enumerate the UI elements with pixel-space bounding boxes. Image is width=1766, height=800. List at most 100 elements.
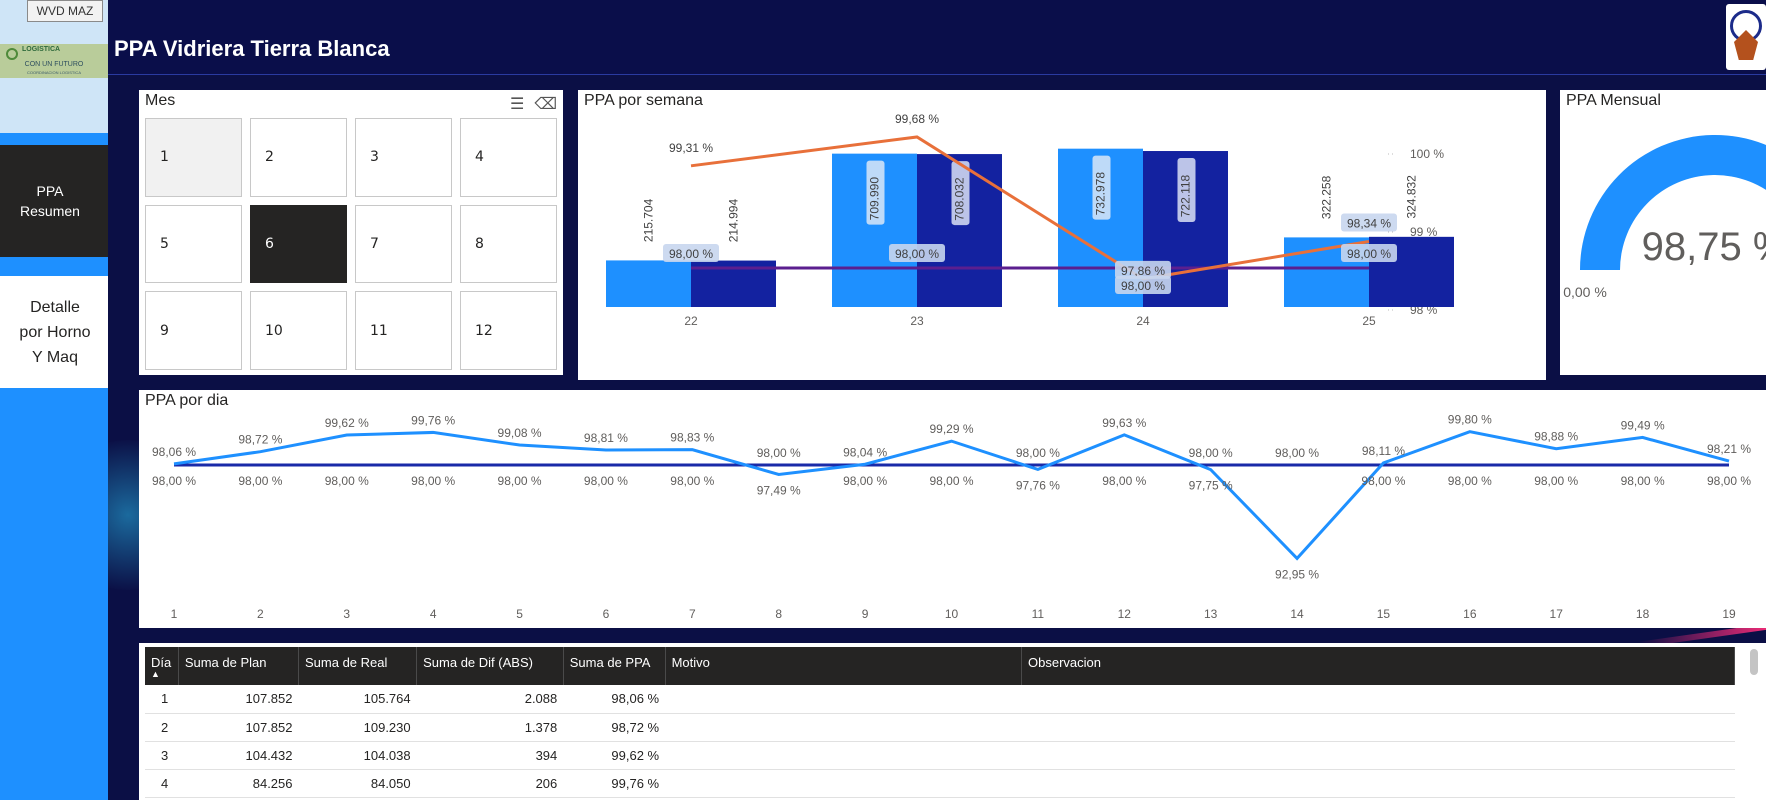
- bar-plan-label: 732.978: [1094, 172, 1108, 216]
- column-header-label: Suma de Dif (ABS): [423, 655, 533, 670]
- filter-icon[interactable]: ☰: [510, 94, 524, 113]
- daily-target-label: 98,00 %: [843, 474, 887, 488]
- column-header[interactable]: Suma de Plan: [178, 647, 300, 685]
- table-cell: 105.764: [298, 685, 417, 714]
- table-cell: 107.852: [178, 713, 299, 742]
- gauge-value: 98,75 %: [1642, 225, 1766, 269]
- column-header[interactable]: Suma de Real: [298, 647, 418, 685]
- x-tick-label: 13: [1204, 607, 1218, 621]
- daily-ppa-label: 99,29 %: [929, 422, 973, 436]
- column-header-label: Suma de PPA: [569, 655, 651, 670]
- table-body: 1 107.852 105.764 2.088 98,06 % 2 107.852 109.2…: [145, 685, 1735, 798]
- nav-detalle-label-2: por Horno: [19, 323, 91, 341]
- gauge-title: PPA Mensual: [1566, 92, 1661, 109]
- daily-target-label: 98,00 %: [584, 474, 628, 488]
- table-cell: [1021, 741, 1735, 770]
- table-row[interactable]: 1 107.852 105.764 2.088 98,06 %: [145, 685, 1735, 714]
- table-cell: 109.230: [298, 713, 417, 742]
- table-cell: 3: [145, 741, 179, 770]
- report-header: PPA Vidriera Tierra Blanca: [108, 0, 1766, 75]
- daily-ppa-label: 99,76 %: [411, 413, 455, 427]
- daily-ppa-label: 97,76 %: [1016, 478, 1060, 492]
- daily-chart-svg: 198,06 %98,00 %298,72 %98,00 %399,62 %98…: [152, 413, 1751, 621]
- bar-real-label: 214.994: [727, 199, 741, 243]
- daily-target-label: 98,00 %: [238, 474, 282, 488]
- bar-plan-22: [606, 260, 691, 307]
- x-tick-label: 23: [910, 314, 924, 328]
- daily-ppa-line: [173, 430, 1730, 561]
- table-cell: 104.038: [298, 741, 417, 770]
- daily-ppa-label: 98,83 %: [670, 431, 714, 445]
- slicer-title: Mes: [145, 92, 176, 109]
- slicer-toolbar: ☰ ⌫: [500, 94, 557, 113]
- column-header-label: Suma de Real: [305, 655, 388, 670]
- column-header[interactable]: Día ▲: [145, 647, 179, 685]
- table-cell: 99,62 %: [563, 741, 666, 770]
- month-tile-11[interactable]: 11: [355, 291, 452, 370]
- x-tick-label: 3: [343, 607, 350, 621]
- daily-ppa-label: 98,04 %: [843, 445, 887, 459]
- x-tick-label: 17: [1550, 607, 1564, 621]
- month-tile-6[interactable]: 6: [250, 204, 347, 284]
- column-header[interactable]: Motivo: [665, 647, 1023, 685]
- daily-target-label: 98,00 %: [1016, 446, 1060, 460]
- table-row[interactable]: 3 104.432 104.038 394 99,62 %: [145, 741, 1735, 770]
- x-tick-label: 14: [1290, 607, 1304, 621]
- daily-ppa-label: 98,81 %: [584, 431, 628, 445]
- logo-text-bottom: CON UN FUTURO: [24, 61, 84, 68]
- month-tile-10[interactable]: 10: [250, 291, 347, 370]
- gauge-min-label: 0,00 %: [1563, 284, 1607, 300]
- daily-ppa-label: 99,08 %: [498, 426, 542, 440]
- nav-detalle-label-3: Y Maq: [32, 348, 78, 366]
- daily-ppa-label: 99,49 %: [1621, 418, 1665, 432]
- month-tile-1[interactable]: 1: [145, 118, 242, 197]
- target-label: 98,00 %: [1121, 279, 1165, 293]
- table-row[interactable]: 2 107.852 109.230 1.378 98,72 %: [145, 713, 1735, 742]
- daily-chart-title: PPA por dia: [145, 392, 229, 409]
- ppa-label: 98,34 %: [1347, 216, 1391, 230]
- month-tile-5[interactable]: 5: [145, 204, 242, 284]
- table-cell: [665, 769, 1022, 798]
- ppa-weekly-chart: PPA por semana 100 % 99 % 98 % 22 215.704 214…: [578, 90, 1546, 380]
- table-cell: [1021, 713, 1735, 742]
- table-cell: 1.378: [416, 713, 564, 742]
- crest-logo: [1726, 4, 1766, 70]
- month-tile-4[interactable]: 4: [460, 118, 557, 197]
- month-tile-12[interactable]: 12: [460, 291, 557, 370]
- eraser-icon[interactable]: ⌫: [534, 94, 557, 113]
- logistica-logo: LOGISTICA CON UN FUTURO COORDINACION LOG…: [0, 44, 108, 78]
- month-slicer: Mes ☰ ⌫ 1 2 3 4 5 6 7 8 9 10 11 12: [139, 90, 563, 375]
- page-title: PPA Vidriera Tierra Blanca: [114, 36, 390, 61]
- daily-target-label: 98,00 %: [325, 474, 369, 488]
- month-tile-2[interactable]: 2: [250, 118, 347, 197]
- target-label: 98,00 %: [669, 247, 713, 261]
- x-tick-label: 2: [257, 607, 264, 621]
- month-tile-9[interactable]: 9: [145, 291, 242, 370]
- month-tile-8[interactable]: 8: [460, 204, 557, 284]
- column-header[interactable]: Suma de PPA: [563, 647, 666, 685]
- x-tick-label: 22: [684, 314, 698, 328]
- daily-target-label: 98,00 %: [1275, 446, 1319, 460]
- table-cell: 394: [416, 741, 564, 770]
- table-cell: 98,06 %: [563, 685, 666, 714]
- table-cell: 104.432: [178, 741, 299, 770]
- target-label: 98,00 %: [1347, 247, 1391, 261]
- bar-plan-label: 709.990: [868, 177, 882, 221]
- table-cell: 1: [145, 685, 179, 714]
- table-scrollbar[interactable]: [1750, 649, 1758, 675]
- month-tile-3[interactable]: 3: [355, 118, 452, 197]
- x-tick-label: 11: [1032, 607, 1045, 621]
- month-tile-7[interactable]: 7: [355, 204, 452, 284]
- table-header-row: Día ▲ Suma de Plan Suma de Real Suma de Dif …: [145, 647, 1735, 685]
- y2-tick-label: 100 %: [1410, 147, 1444, 161]
- wvd-maz-tab[interactable]: WVD MAZ: [27, 0, 103, 22]
- x-tick-label: 10: [945, 607, 959, 621]
- daily-target-label: 98,00 %: [411, 474, 455, 488]
- x-tick-label: 4: [430, 607, 437, 621]
- report-canvas: PPA Vidriera Tierra Blanca Mes ☰ ⌫ 123456…: [108, 0, 1766, 800]
- column-header-label: Motivo: [671, 655, 710, 670]
- table-row[interactable]: 4 84.256 84.050 206 99,76 %: [145, 769, 1735, 798]
- column-header[interactable]: Suma de Dif (ABS): [416, 647, 564, 685]
- column-header[interactable]: Observacion: [1021, 647, 1735, 685]
- sort-ascending-icon[interactable]: ▲: [151, 670, 172, 679]
